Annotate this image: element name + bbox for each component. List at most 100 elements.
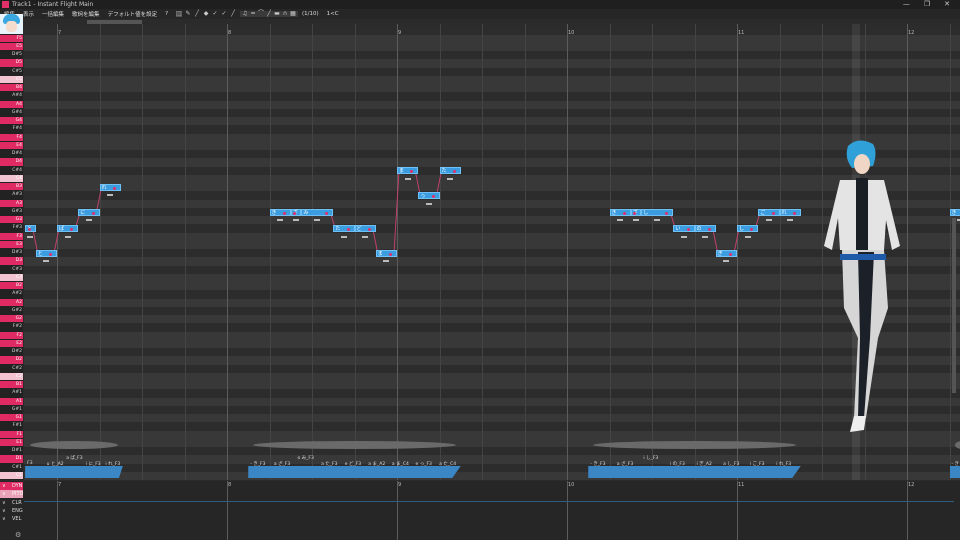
- vibrato-marker[interactable]: [425, 202, 432, 205]
- pitch-point[interactable]: [282, 211, 286, 215]
- note[interactable]: た: [333, 225, 355, 232]
- parameter-line[interactable]: [24, 501, 954, 502]
- pitch-point[interactable]: [367, 228, 371, 231]
- vibrato-marker[interactable]: [383, 260, 390, 263]
- note[interactable]: と: [35, 249, 57, 257]
- pitch-point[interactable]: [325, 211, 329, 215]
- vibrato-marker[interactable]: [107, 194, 114, 197]
- note[interactable]: き: [609, 208, 631, 216]
- note[interactable]: ざ: [290, 208, 302, 216]
- pitch-point[interactable]: [707, 228, 711, 231]
- phoneme-label[interactable]: a し_F3: [723, 461, 739, 467]
- control-pitd[interactable]: ∨ PITD: [0, 490, 23, 498]
- phoneme-label[interactable]: a た_F3: [321, 461, 337, 467]
- phoneme-label[interactable]: a ざ_F3: [617, 461, 633, 467]
- phoneme-label[interactable]: F3: [27, 461, 32, 466]
- vibrato-marker[interactable]: [702, 235, 709, 238]
- phoneme-block[interactable]: [588, 466, 801, 478]
- vibrato-marker[interactable]: [447, 177, 454, 180]
- vibrato-marker[interactable]: [293, 219, 300, 221]
- vibrato-marker[interactable]: [340, 235, 347, 238]
- vibrato-marker[interactable]: [680, 235, 687, 238]
- pitch-point[interactable]: [750, 228, 754, 231]
- phoneme-label[interactable]: e っ_F3: [416, 461, 432, 467]
- vibrato-marker[interactable]: [404, 177, 411, 180]
- note[interactable]: ぱ: [57, 225, 79, 232]
- note[interactable]: っ: [418, 192, 440, 199]
- note[interactable]: ど: [354, 225, 376, 232]
- note[interactable]: し: [641, 208, 674, 216]
- vibrato-marker[interactable]: [633, 219, 640, 221]
- note[interactable]: き: [949, 208, 960, 216]
- note[interactable]: ま: [397, 167, 419, 175]
- phoneme-label[interactable]: i し_F3: [643, 455, 658, 461]
- vertical-scrollbar[interactable]: [952, 218, 956, 393]
- phoneme-label[interactable]: a ぱ_F3: [66, 455, 82, 461]
- pitch-point[interactable]: [729, 252, 732, 256]
- vibrato-marker[interactable]: [787, 219, 794, 221]
- note[interactable]: き: [269, 208, 291, 216]
- note[interactable]: れ: [779, 208, 801, 216]
- note[interactable]: し: [737, 225, 759, 232]
- note[interactable]: ざ: [630, 208, 642, 216]
- phoneme-label[interactable]: - き_F3: [590, 461, 605, 467]
- phoneme-label[interactable]: o み_F3: [297, 455, 313, 461]
- phoneme-label[interactable]: i ご_F3: [750, 461, 765, 467]
- pitch-point[interactable]: [346, 228, 350, 231]
- phoneme-label[interactable]: e ど_F3: [345, 461, 361, 467]
- phoneme-block[interactable]: [949, 466, 960, 478]
- gear-icon[interactable]: ⚙: [15, 531, 21, 539]
- vibrato-marker[interactable]: [85, 219, 92, 221]
- phoneme-label[interactable]: i の_F3: [670, 461, 685, 467]
- phoneme-label[interactable]: i れ_F3: [776, 461, 791, 467]
- note[interactable]: ご: [758, 208, 780, 216]
- note[interactable]: れ: [99, 183, 121, 191]
- phoneme-label[interactable]: u と_A2: [47, 461, 64, 467]
- pitch-point[interactable]: [49, 252, 52, 256]
- pitch-point[interactable]: [622, 211, 626, 215]
- note[interactable]: た: [439, 167, 461, 175]
- phoneme-label[interactable]: i ぎ_A2: [697, 461, 712, 467]
- note[interactable]: と: [25, 225, 36, 232]
- pitch-point[interactable]: [389, 252, 392, 256]
- note[interactable]: の: [694, 225, 716, 232]
- vibrato-marker[interactable]: [723, 260, 730, 263]
- note[interactable]: ま: [375, 249, 397, 257]
- control-vel[interactable]: ∨ VEL: [0, 515, 23, 523]
- vibrato-marker[interactable]: [43, 260, 50, 263]
- pitch-point[interactable]: [686, 228, 690, 231]
- pitch-point[interactable]: [665, 211, 669, 215]
- pitch-point[interactable]: [410, 170, 414, 174]
- note[interactable]: み: [301, 208, 334, 216]
- phoneme-label[interactable]: i れ_F3: [105, 461, 120, 467]
- pitch-point[interactable]: [70, 228, 74, 231]
- vibrato-marker[interactable]: [765, 219, 772, 221]
- pitch-point[interactable]: [112, 186, 116, 190]
- phoneme-label[interactable]: a ま_A2: [368, 461, 385, 467]
- phoneme-label[interactable]: - き: [952, 461, 960, 467]
- phoneme-label[interactable]: a ざ_F3: [274, 461, 290, 467]
- control-dyn[interactable]: ∨ DYN: [0, 482, 23, 490]
- vibrato-marker[interactable]: [27, 235, 34, 238]
- vibrato-marker[interactable]: [744, 235, 751, 238]
- pitch-point[interactable]: [27, 228, 31, 231]
- control-eng[interactable]: ∨ ENG: [0, 507, 23, 515]
- vibrato-marker[interactable]: [277, 219, 284, 221]
- pitch-point[interactable]: [771, 211, 775, 215]
- pitch-point[interactable]: [91, 211, 95, 215]
- phoneme-block[interactable]: [25, 466, 123, 478]
- phoneme-label[interactable]: i に_F3: [86, 461, 101, 467]
- phoneme-label[interactable]: - き_F3: [250, 461, 265, 467]
- vibrato-marker[interactable]: [362, 235, 369, 238]
- vibrato-marker[interactable]: [654, 219, 661, 221]
- pitch-point[interactable]: [452, 170, 456, 174]
- phoneme-block[interactable]: [248, 466, 461, 478]
- note[interactable]: い: [673, 225, 695, 232]
- pitch-point[interactable]: [792, 211, 796, 215]
- vibrato-marker[interactable]: [617, 219, 624, 221]
- control-clr[interactable]: ∨ CLR: [0, 499, 23, 507]
- vibrato-marker[interactable]: [64, 235, 71, 238]
- note[interactable]: ぎ: [715, 249, 737, 257]
- phoneme-label[interactable]: a た_C4: [439, 461, 456, 467]
- vibrato-marker[interactable]: [314, 219, 321, 221]
